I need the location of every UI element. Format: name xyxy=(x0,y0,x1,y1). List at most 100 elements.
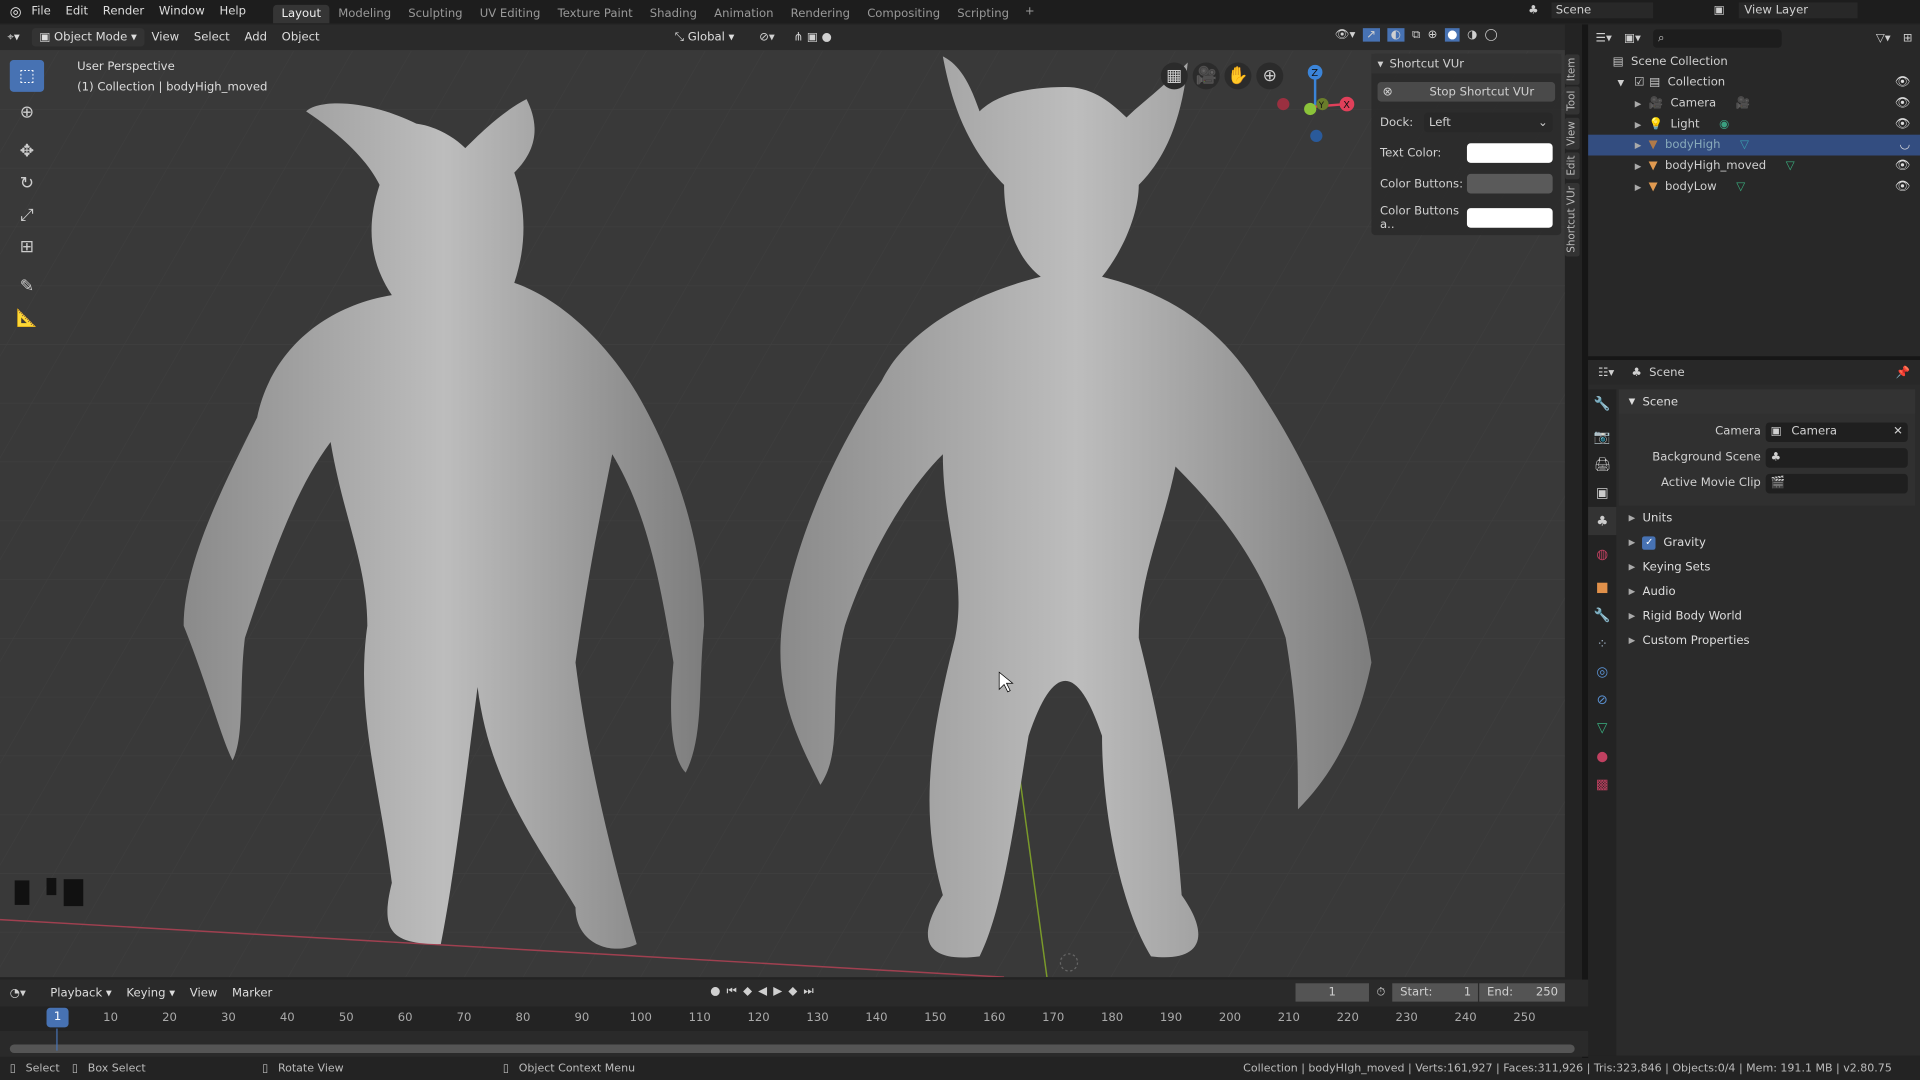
section-rigid-body-world[interactable]: ▶ Rigid Body World xyxy=(1619,604,1915,628)
outliner-item[interactable]: ▶ ▼ bodyHigh_moved ▽ 👁 xyxy=(1588,156,1920,177)
expand-arrow-icon[interactable]: ▶ xyxy=(1635,140,1642,150)
material-icon[interactable]: ● xyxy=(1588,742,1616,770)
overlay-toggle-icon[interactable]: ◐ xyxy=(1387,28,1405,42)
menu-edit[interactable]: Edit xyxy=(66,5,89,18)
constraints-icon[interactable]: ⊘ xyxy=(1588,686,1616,714)
tab-modeling[interactable]: Modeling xyxy=(330,5,400,23)
menu-window[interactable]: Window xyxy=(159,5,205,18)
section-audio[interactable]: ▶ Audio xyxy=(1619,579,1915,603)
particles-icon[interactable]: ⁘ xyxy=(1588,629,1616,657)
snap-icon[interactable]: ⋔ ▣ ● xyxy=(793,31,831,44)
expand-arrow-icon[interactable]: ▶ xyxy=(1635,161,1642,171)
current-frame-field[interactable]: 1 xyxy=(1295,983,1369,1002)
shading-rendered-icon[interactable]: ◯ xyxy=(1485,28,1498,41)
eye-icon[interactable]: 👁 xyxy=(1895,97,1911,110)
section-custom-properties[interactable]: ▶ Custom Properties xyxy=(1619,628,1915,652)
data-icon[interactable]: ▽ xyxy=(1786,159,1795,172)
axis-gizmo[interactable]: Z X Y xyxy=(1273,60,1359,152)
eye-icon[interactable]: 👁 xyxy=(1895,180,1911,193)
menu-help[interactable]: Help xyxy=(219,5,246,18)
tab-shading[interactable]: Shading xyxy=(641,5,705,23)
clear-x-icon[interactable]: ✕ xyxy=(1893,425,1903,438)
outliner-scene-collection[interactable]: ▤ Scene Collection xyxy=(1588,51,1920,72)
editor-type-icon[interactable]: ⌖▾ xyxy=(0,28,27,46)
outliner-item[interactable]: ▶ 💡 Light ◉ 👁 xyxy=(1588,114,1920,135)
eye-icon[interactable]: ◡ xyxy=(1900,138,1911,151)
tab-animation[interactable]: Animation xyxy=(706,5,782,23)
frame-ruler[interactable]: 1 10 20 30 40 50 60 70 80 90 100 110 120 130 140 150 16… xyxy=(0,1006,1589,1051)
tab-uv-editing[interactable]: UV Editing xyxy=(471,5,549,23)
sidebar-tab-edit[interactable]: Edit xyxy=(1564,151,1580,180)
play-icon[interactable]: ▶ xyxy=(773,984,782,997)
menu-render[interactable]: Render xyxy=(103,5,144,18)
property-field[interactable]: ▣ Camera ✕ xyxy=(1765,421,1908,442)
panel-header[interactable]: ▾ Shortcut VUr xyxy=(1371,53,1562,74)
pan-hand-icon[interactable]: ✋ xyxy=(1224,62,1252,90)
gravity-checkbox[interactable]: ✓ xyxy=(1642,535,1656,550)
expand-arrow-icon[interactable]: ▶ xyxy=(1635,99,1642,109)
jump-end-icon[interactable]: ⏭ xyxy=(803,984,813,997)
object-icon[interactable]: ■ xyxy=(1588,573,1616,601)
menu-select[interactable]: Select xyxy=(187,28,238,46)
world-icon[interactable]: ◍ xyxy=(1588,540,1616,568)
object-data-icon[interactable]: ▽ xyxy=(1588,714,1616,742)
menu-add[interactable]: Add xyxy=(237,28,274,46)
move-tool-icon[interactable]: ✥ xyxy=(10,136,44,168)
menu-marker[interactable]: Marker xyxy=(225,984,280,1002)
playhead[interactable]: 1 xyxy=(46,1007,69,1028)
orientation-selector[interactable]: ⤡ Global ▾ xyxy=(667,28,741,46)
scene-icon[interactable]: ♣ xyxy=(1528,4,1538,17)
view-layer-icon[interactable]: ▣ xyxy=(1588,479,1616,507)
measure-tool-icon[interactable]: 📐 xyxy=(10,302,44,334)
physics-icon[interactable]: ◎ xyxy=(1588,658,1616,686)
shading-solid-icon[interactable]: ● xyxy=(1444,28,1460,42)
tab-compositing[interactable]: Compositing xyxy=(859,5,949,23)
outliner-search[interactable]: ⌕ xyxy=(1653,28,1782,48)
outliner-item[interactable]: ▶ ▼ bodyLow ▽ 👁 xyxy=(1588,176,1920,197)
modifier-icon[interactable]: 🔧 xyxy=(1588,601,1616,629)
stopwatch-icon[interactable]: ⏱ xyxy=(1376,986,1385,999)
outliner-collection[interactable]: ▼ ☑ ▤ Collection 👁 xyxy=(1588,72,1920,93)
editor-type-icon[interactable]: ◔▾ xyxy=(10,986,26,999)
camera-view-icon[interactable]: 🎥 xyxy=(1192,62,1220,90)
visibility-icon[interactable]: 👁▾ xyxy=(1335,28,1356,41)
new-collection-icon[interactable]: ⊞ xyxy=(1903,31,1913,44)
eye-icon[interactable]: 👁 xyxy=(1895,118,1911,131)
view-layer-filter-icon[interactable]: ▣▾ xyxy=(1624,31,1641,44)
blender-logo-icon[interactable]: ◎ xyxy=(10,4,22,20)
data-icon[interactable]: ▽ xyxy=(1740,138,1749,151)
menu-view[interactable]: View xyxy=(182,984,224,1002)
filter-icon[interactable]: ▽▾ xyxy=(1876,31,1891,44)
timeline-scrollbar[interactable] xyxy=(9,1044,1575,1054)
shading-material-icon[interactable]: ◑ xyxy=(1467,28,1477,41)
data-icon[interactable]: ▽ xyxy=(1736,180,1745,193)
shading-wireframe-icon[interactable]: ⊕ xyxy=(1428,28,1438,41)
3d-viewport[interactable]: User Perspective (1) Collection | bodyHi… xyxy=(0,50,1565,978)
outliner-item[interactable]: ▶ 🎥 Camera 🎥 👁 xyxy=(1588,93,1920,114)
display-mode-icon[interactable]: ☰▾ xyxy=(1596,31,1612,44)
prev-keyframe-icon[interactable]: ◆ xyxy=(743,984,752,997)
tab-sculpting[interactable]: Sculpting xyxy=(400,5,471,23)
render-icon[interactable]: 📷 xyxy=(1588,422,1616,450)
jump-start-icon[interactable]: ⏮ xyxy=(726,984,736,997)
tool-icon[interactable]: 🔧 xyxy=(1588,389,1616,417)
view-layer-selector[interactable]: View Layer xyxy=(1739,2,1857,19)
expand-arrow-icon[interactable]: ▶ xyxy=(1635,182,1642,192)
checkbox-icon[interactable]: ☑ xyxy=(1634,76,1644,89)
data-icon[interactable]: 🎥 xyxy=(1736,97,1751,110)
pivot-icon[interactable]: ⊘▾ xyxy=(759,31,775,44)
start-frame-field[interactable]: Start: 1 xyxy=(1392,983,1479,1002)
record-icon[interactable]: ● xyxy=(710,984,720,997)
section-keying-sets[interactable]: ▶ Keying Sets xyxy=(1619,555,1915,579)
tab-texture-paint[interactable]: Texture Paint xyxy=(549,5,641,23)
next-keyframe-icon[interactable]: ◆ xyxy=(788,984,797,997)
tab-scripting[interactable]: Scripting xyxy=(949,5,1018,23)
color-buttons-swatch[interactable] xyxy=(1466,173,1553,194)
property-field[interactable]: 🎬 xyxy=(1765,473,1908,493)
output-icon[interactable]: 🖨 xyxy=(1588,451,1616,479)
section-units[interactable]: ▶ Units xyxy=(1619,506,1915,530)
eye-icon[interactable]: 👁 xyxy=(1895,76,1911,89)
data-icon[interactable]: ◉ xyxy=(1719,118,1729,131)
xray-icon[interactable]: ⧉ xyxy=(1412,28,1420,41)
scale-tool-icon[interactable]: ⤢ xyxy=(10,200,44,232)
